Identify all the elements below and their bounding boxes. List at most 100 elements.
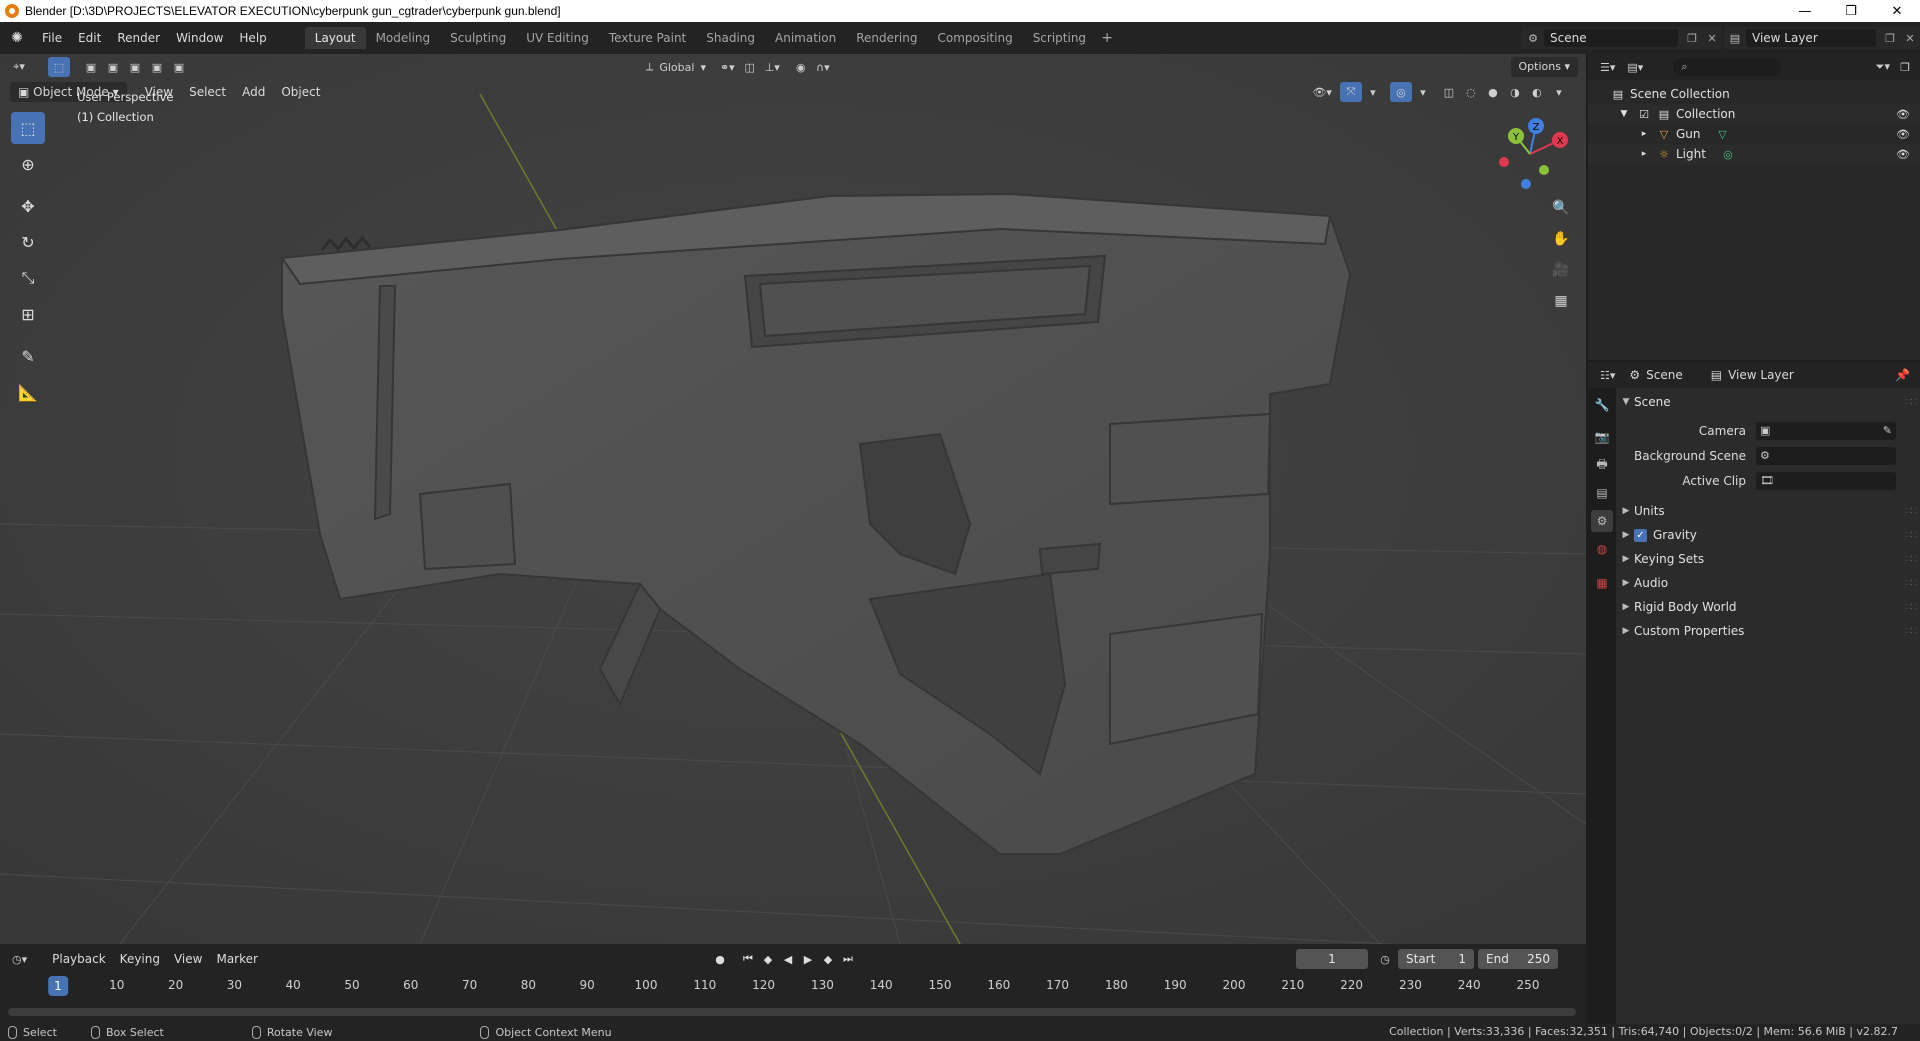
panel-header-keying-sets[interactable]: ▶ Keying Sets ∷∷	[1618, 547, 1920, 571]
view-layer-tab-icon[interactable]: ▤	[1591, 482, 1613, 504]
current-frame-field[interactable]: 1	[1296, 949, 1368, 969]
expand-arrow-icon[interactable]: ▸	[1636, 129, 1652, 139]
overlays-toggle-icon[interactable]: ◎	[1389, 82, 1412, 102]
expand-arrow-icon[interactable]: ▸	[1636, 149, 1652, 159]
timeline-menu-playback[interactable]: Playback	[45, 952, 113, 966]
menu-edit[interactable]: Edit	[70, 27, 109, 49]
close-button[interactable]: ✕	[1874, 0, 1920, 22]
zoom-icon[interactable]: 🔍	[1547, 194, 1575, 222]
new-view-layer-icon[interactable]: ❐	[1880, 32, 1900, 45]
viewport-menu-select[interactable]: Select	[181, 85, 234, 99]
tool-tab-icon[interactable]: 🔧	[1591, 394, 1613, 416]
tab-sculpting[interactable]: Sculpting	[440, 27, 516, 49]
light-data-icon[interactable]: ◎	[1720, 148, 1736, 161]
select-mode-subtract-icon[interactable]: ▣	[124, 57, 146, 77]
annotate-tool-icon[interactable]: ✎	[11, 340, 45, 372]
visibility-eye-icon[interactable]: 👁	[1896, 108, 1910, 121]
active-clip-field[interactable]: 🎞	[1756, 471, 1896, 490]
rotate-tool-icon[interactable]: ↻	[11, 226, 45, 258]
scene-name-field[interactable]: Scene	[1544, 29, 1678, 47]
mesh-data-icon[interactable]: ▽	[1715, 128, 1731, 141]
panel-header-custom-properties[interactable]: ▶ Custom Properties ∷∷	[1618, 619, 1920, 643]
drag-handle-icon[interactable]: ∷∷	[1905, 397, 1917, 408]
timeline-scrollbar[interactable]	[8, 1008, 1576, 1016]
camera-field[interactable]: ▣ ✎	[1756, 421, 1896, 440]
timeline-menu-keying[interactable]: Keying	[113, 952, 167, 966]
panel-header-gravity[interactable]: ▶ ✓ Gravity ∷∷	[1618, 523, 1920, 547]
gizmo-neg-x[interactable]	[1499, 157, 1509, 167]
tab-compositing[interactable]: Compositing	[927, 27, 1022, 49]
output-tab-icon[interactable]: 🖶	[1591, 454, 1613, 476]
outliner-row-scene-collection[interactable]: ▤ Scene Collection	[1588, 84, 1920, 104]
menu-file[interactable]: File	[34, 27, 70, 49]
jump-start-icon[interactable]: ⏮	[738, 949, 758, 969]
cursor-tool-icon[interactable]: ⊕	[11, 148, 45, 180]
properties-context-view-layer[interactable]: View Layer	[1728, 368, 1794, 382]
timeline-editor-type-icon[interactable]: ◷▾	[8, 949, 31, 969]
scale-tool-icon[interactable]: ⤡	[11, 262, 45, 294]
xray-toggle-icon[interactable]: ◫	[1438, 82, 1460, 102]
timeline-ruler[interactable]: 1 10 20 30 40 50 60 70 80 90 100 110 120 130 140 150 16…	[0, 974, 1586, 998]
drag-handle-icon[interactable]: ∷∷	[1905, 626, 1917, 637]
snap-toggle-icon[interactable]: ◫	[739, 57, 761, 77]
panel-header-audio[interactable]: ▶ Audio ∷∷	[1618, 571, 1920, 595]
transform-tool-icon[interactable]: ⊞	[11, 298, 45, 330]
eyedropper-icon[interactable]: ✎	[1883, 424, 1892, 437]
timeline-menu-view[interactable]: View	[167, 952, 209, 966]
end-frame-field[interactable]: End 250	[1478, 949, 1558, 969]
drag-handle-icon[interactable]: ∷∷	[1905, 554, 1917, 565]
pan-hand-icon[interactable]: ✋	[1547, 225, 1575, 253]
editor-type-icon[interactable]: ⌖▾	[8, 57, 30, 77]
delete-view-layer-icon[interactable]: ✕	[1900, 32, 1920, 45]
panel-header-scene[interactable]: ▼ Scene ∷∷	[1618, 390, 1920, 414]
play-icon[interactable]: ▶	[798, 949, 818, 969]
ortho-perspective-icon[interactable]: ▦	[1547, 287, 1575, 315]
outliner-editor-type-icon[interactable]: ☰▾	[1596, 57, 1619, 77]
visibility-eye-icon[interactable]: 👁	[1896, 128, 1910, 141]
drag-handle-icon[interactable]: ∷∷	[1905, 578, 1917, 589]
tab-modeling[interactable]: Modeling	[366, 27, 441, 49]
pivot-point-icon[interactable]: ⚭▾	[716, 57, 739, 77]
start-frame-field[interactable]: Start 1	[1398, 949, 1474, 969]
preview-range-icon[interactable]: ◷	[1374, 949, 1396, 969]
panel-header-units[interactable]: ▶ Units ∷∷	[1618, 499, 1920, 523]
blender-logo-icon[interactable]: ✺	[0, 22, 34, 54]
tab-scripting[interactable]: Scripting	[1023, 27, 1096, 49]
menu-help[interactable]: Help	[231, 27, 274, 49]
new-collection-icon[interactable]: ❐	[1894, 57, 1916, 77]
texture-tab-icon[interactable]: ▦	[1591, 572, 1613, 594]
exclude-checkbox-icon[interactable]: ☑	[1636, 108, 1652, 121]
outliner-row-light[interactable]: ▸ ☼ Light ◎ 👁	[1588, 144, 1920, 164]
display-mode-icon[interactable]: ▤▾	[1623, 57, 1647, 77]
add-workspace-icon[interactable]: +	[1096, 27, 1118, 49]
snap-target-icon[interactable]: ⊥▾	[761, 57, 784, 77]
select-mode-extend-icon[interactable]: ▣	[102, 57, 124, 77]
tab-shading[interactable]: Shading	[696, 27, 765, 49]
render-tab-icon[interactable]: 📷	[1591, 426, 1613, 448]
shading-material-icon[interactable]: ◑	[1504, 82, 1526, 102]
options-dropdown[interactable]: Options ▾	[1510, 57, 1578, 77]
restore-button[interactable]: ❐	[1828, 0, 1874, 22]
tab-rendering[interactable]: Rendering	[846, 27, 927, 49]
move-tool-icon[interactable]: ✥	[11, 190, 45, 222]
next-keyframe-icon[interactable]: ◆	[818, 949, 838, 969]
transform-orientation-dropdown[interactable]: ⟂ Global ▾	[642, 57, 710, 77]
select-mode-invert-icon[interactable]: ▣	[146, 57, 168, 77]
gizmo-neg-y[interactable]	[1539, 165, 1549, 175]
current-frame-indicator[interactable]: 1	[48, 976, 68, 996]
outliner-row-collection[interactable]: ▼ ☑ ▤ Collection 👁	[1588, 104, 1920, 124]
expand-arrow-icon[interactable]: ▼	[1616, 109, 1632, 119]
navigation-gizmo[interactable]: Z X Y	[1490, 114, 1570, 194]
shading-dropdown-icon[interactable]: ▾	[1548, 82, 1570, 102]
visibility-selectability-icon[interactable]: 👁▾	[1308, 82, 1336, 102]
view-layer-selector[interactable]: ▤ View Layer ❐ ✕	[1724, 27, 1920, 49]
drag-handle-icon[interactable]: ∷∷	[1905, 506, 1917, 517]
gizmo-toggle-icon[interactable]: ⤧	[1339, 82, 1362, 102]
viewport-scene[interactable]	[0, 54, 1586, 944]
world-tab-icon[interactable]: ◍	[1591, 538, 1613, 560]
measure-tool-icon[interactable]: 📐	[11, 376, 45, 408]
new-scene-icon[interactable]: ❐	[1682, 32, 1702, 45]
gravity-checkbox[interactable]: ✓	[1634, 528, 1647, 542]
outliner-row-gun[interactable]: ▸ ▽ Gun ▽ 👁	[1588, 124, 1920, 144]
shading-wireframe-icon[interactable]: ◌	[1460, 82, 1482, 102]
